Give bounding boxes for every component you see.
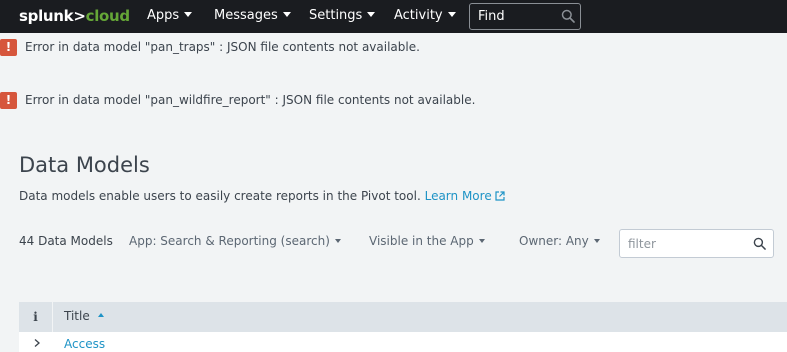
owner-filter-dropdown[interactable]: Owner: Any xyxy=(519,234,600,248)
info-column-header: i xyxy=(19,302,53,332)
search-icon[interactable] xyxy=(561,9,575,23)
nav-apps-menu[interactable]: Apps xyxy=(147,8,193,23)
sort-ascending-icon xyxy=(97,313,104,317)
data-model-count: 44 Data Models xyxy=(19,234,113,248)
external-link-icon xyxy=(495,191,505,201)
filter-search-box xyxy=(619,229,774,258)
nav-settings-label: Settings xyxy=(309,8,363,23)
page-title: Data Models xyxy=(19,153,150,177)
visibility-filter-label: Visible in the App xyxy=(369,234,474,248)
error-icon: ! xyxy=(0,92,17,109)
error-icon: ! xyxy=(0,39,17,56)
table-header: i Title xyxy=(19,302,787,332)
logo-suffix: cloud xyxy=(85,7,131,25)
search-icon[interactable] xyxy=(753,237,766,250)
app-filter-dropdown[interactable]: App: Search & Reporting (search) xyxy=(129,234,341,248)
filter-input[interactable] xyxy=(620,230,745,257)
error-message: ! Error in data model "pan_traps" : JSON… xyxy=(0,39,787,57)
nav-settings-menu[interactable]: Settings xyxy=(309,8,376,23)
caret-down-icon xyxy=(282,12,291,17)
title-column-label: Title xyxy=(64,309,90,323)
caret-down-icon xyxy=(334,239,341,243)
splunk-cloud-logo[interactable]: splunk>cloud xyxy=(19,7,130,25)
find-search-box xyxy=(469,3,581,30)
error-text: Error in data model "pan_wildfire_report… xyxy=(25,93,476,107)
nav-activity-label: Activity xyxy=(394,8,443,23)
table-row: Access xyxy=(19,332,787,352)
learn-more-label: Learn More xyxy=(424,189,492,203)
data-model-title-link[interactable]: Access xyxy=(64,337,105,351)
app-filter-label: App: Search & Reporting (search) xyxy=(129,234,330,248)
page-description: Data models enable users to easily creat… xyxy=(19,189,505,203)
error-text: Error in data model "pan_traps" : JSON f… xyxy=(25,40,420,54)
owner-filter-label: Owner: Any xyxy=(519,234,589,248)
caret-down-icon xyxy=(593,239,600,243)
nav-messages-label: Messages xyxy=(214,8,278,23)
nav-messages-menu[interactable]: Messages xyxy=(214,8,291,23)
caret-down-icon xyxy=(478,239,485,243)
caret-down-icon xyxy=(367,12,376,17)
caret-down-icon xyxy=(184,12,193,17)
title-column-header[interactable]: Title xyxy=(64,309,104,323)
nav-apps-label: Apps xyxy=(147,8,180,23)
caret-down-icon xyxy=(447,12,456,17)
nav-activity-menu[interactable]: Activity xyxy=(394,8,456,23)
find-input[interactable] xyxy=(470,4,555,29)
error-message: ! Error in data model "pan_wildfire_repo… xyxy=(0,92,787,110)
top-nav-bar: splunk>cloud Apps Messages Settings Acti… xyxy=(0,0,787,33)
logo-prefix: splunk> xyxy=(19,7,86,25)
learn-more-link[interactable]: Learn More xyxy=(425,189,505,203)
visibility-filter-dropdown[interactable]: Visible in the App xyxy=(369,234,485,248)
description-text: Data models enable users to easily creat… xyxy=(19,189,421,203)
